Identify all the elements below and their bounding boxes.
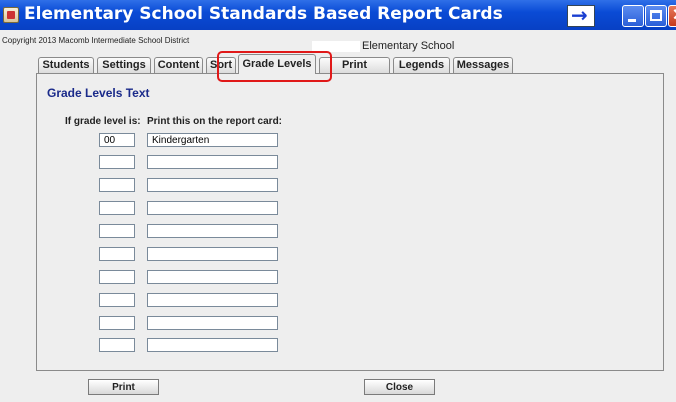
tab-content[interactable]: Content (154, 57, 203, 73)
close-button[interactable]: Close (364, 379, 435, 395)
grade-levels-tab-highlight (217, 51, 332, 82)
report-text-input-10[interactable] (147, 338, 278, 352)
report-text-input-9[interactable] (147, 316, 278, 330)
report-text-input-4[interactable] (147, 201, 278, 215)
grade-levels-panel: Grade Levels Text If grade level is: Pri… (36, 73, 664, 371)
grade-level-input-2[interactable] (99, 155, 135, 169)
grade-level-column-header: If grade level is: (65, 116, 141, 127)
print-text-column-header: Print this on the report card: (147, 116, 283, 127)
maximize-button[interactable] (645, 5, 667, 27)
report-card-app-icon (3, 7, 19, 23)
grade-level-input-4[interactable] (99, 201, 135, 215)
copyright-text: Copyright 2013 Macomb Intermediate Schoo… (2, 36, 190, 45)
tab-students[interactable]: Students (38, 57, 94, 73)
report-text-input-3[interactable] (147, 178, 278, 192)
tab-messages[interactable]: Messages (453, 57, 513, 73)
main-window: Copyright 2013 Macomb Intermediate Schoo… (0, 30, 676, 402)
report-text-input-2[interactable] (147, 155, 278, 169)
arrow-right-icon: → (571, 3, 588, 27)
arrow-button[interactable]: → (567, 3, 595, 27)
tab-legends[interactable]: Legends (393, 57, 450, 73)
school-name: Elementary School (362, 40, 455, 52)
report-text-input-8[interactable] (147, 293, 278, 307)
grade-level-input-10[interactable] (99, 338, 135, 352)
grade-level-input-5[interactable] (99, 224, 135, 238)
panel-title: Grade Levels Text (47, 86, 150, 100)
title-bar: Elementary School Standards Based Report… (0, 0, 676, 30)
grade-level-input-8[interactable] (99, 293, 135, 307)
grade-level-input-6[interactable] (99, 247, 135, 261)
grade-level-input-1[interactable] (99, 133, 135, 147)
report-text-input-7[interactable] (147, 270, 278, 284)
grade-level-input-7[interactable] (99, 270, 135, 284)
window-title: Elementary School Standards Based Report… (24, 4, 503, 24)
print-button[interactable]: Print (88, 379, 159, 395)
tab-settings[interactable]: Settings (97, 57, 151, 73)
minimize-button[interactable] (622, 5, 644, 27)
close-icon: ✕ (672, 5, 676, 25)
grade-level-input-9[interactable] (99, 316, 135, 330)
grade-level-input-3[interactable] (99, 178, 135, 192)
report-text-input-5[interactable] (147, 224, 278, 238)
close-window-button[interactable]: ✕ (668, 5, 676, 27)
report-text-input-1[interactable] (147, 133, 278, 147)
report-text-input-6[interactable] (147, 247, 278, 261)
